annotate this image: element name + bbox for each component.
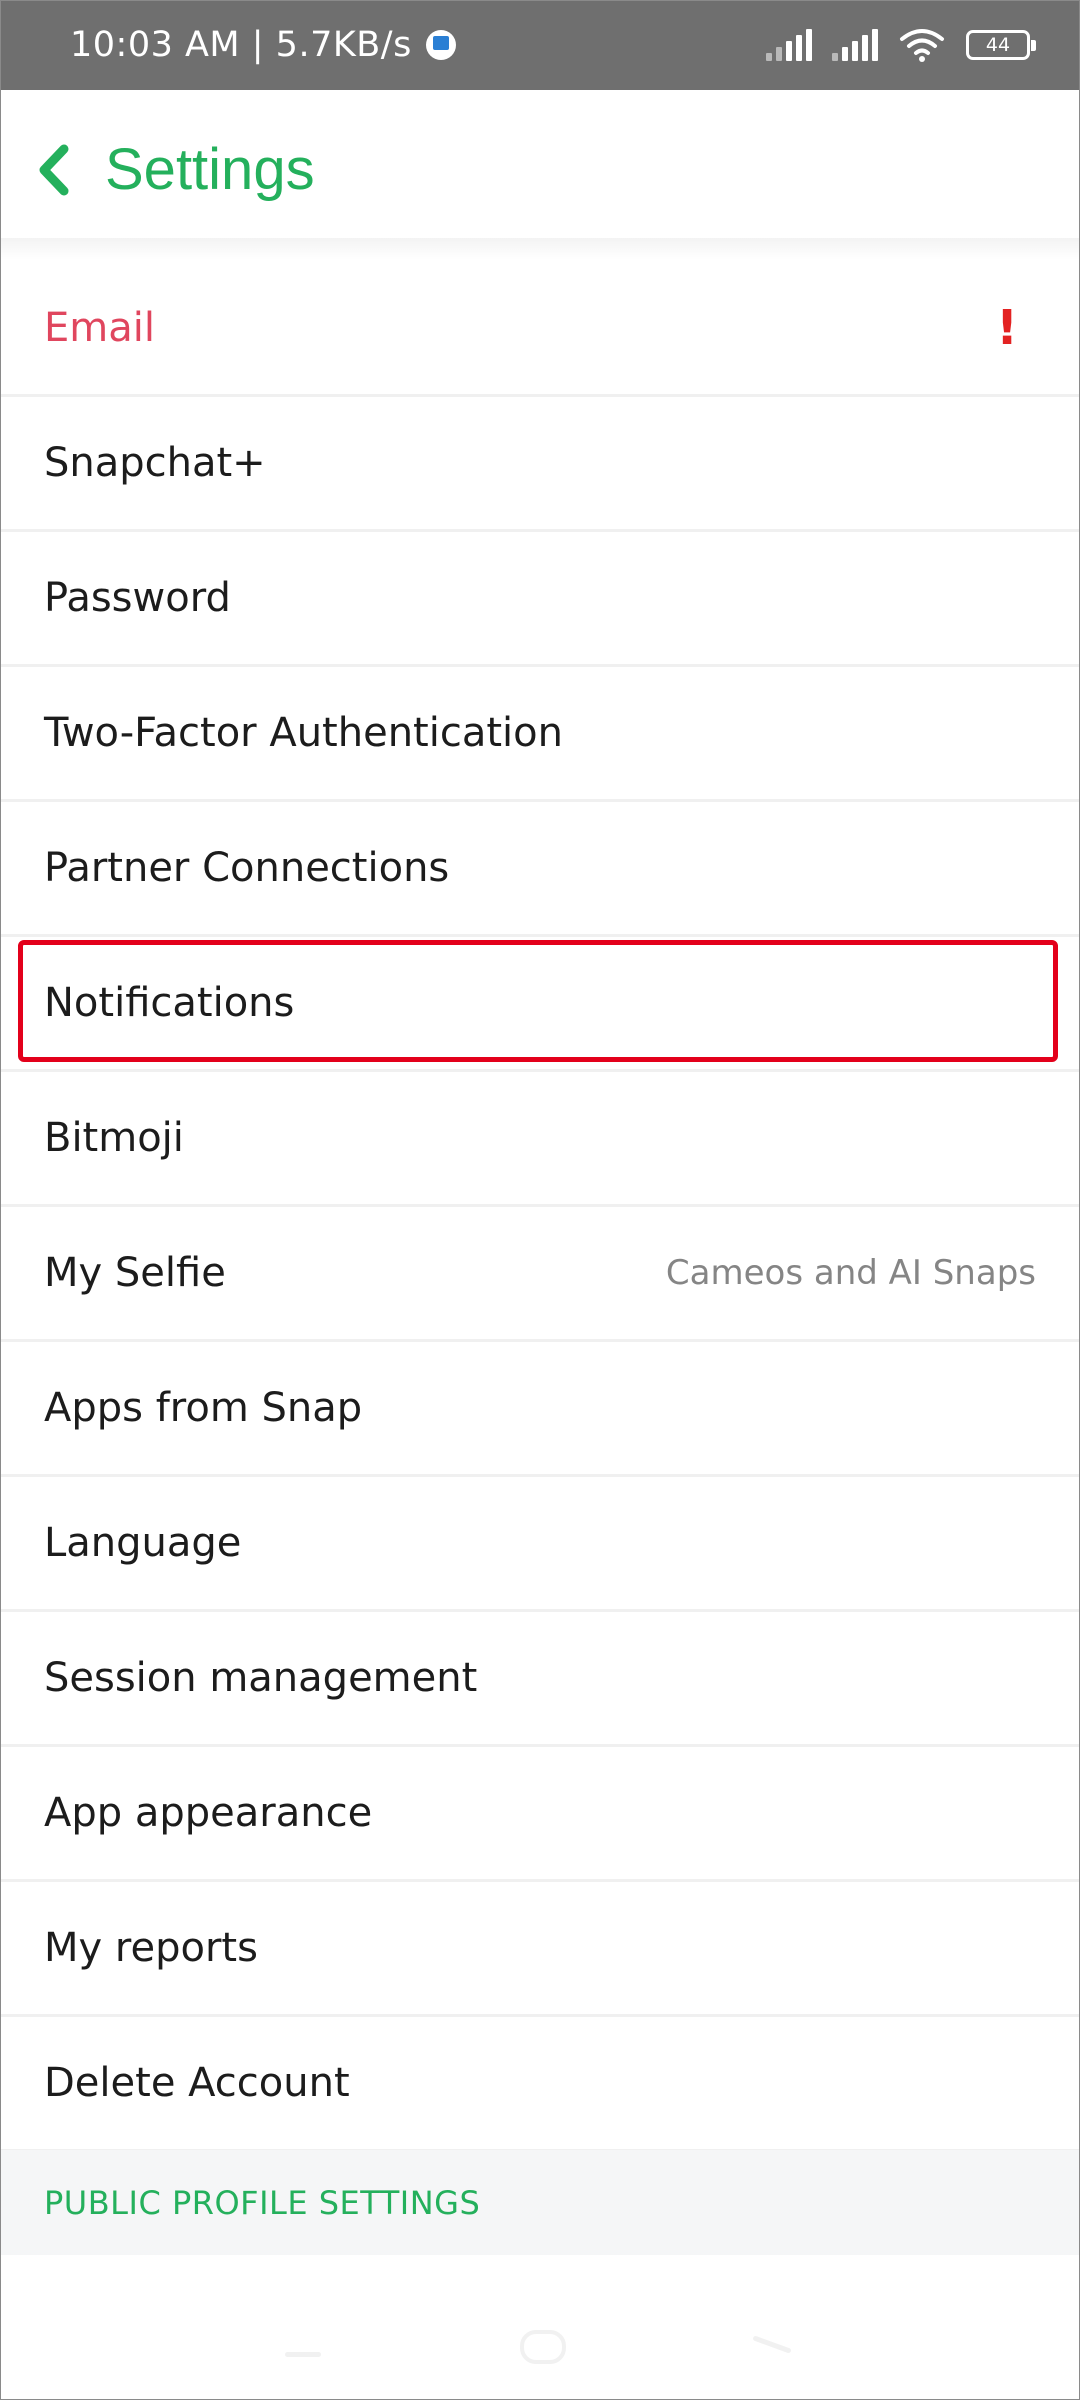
signal-icon bbox=[766, 29, 812, 61]
status-icons: 44 bbox=[766, 0, 1036, 90]
section-header-label: PUBLIC PROFILE SETTINGS bbox=[44, 2183, 481, 2222]
alert-icon: ! bbox=[996, 300, 1018, 356]
section-header-public-profile: PUBLIC PROFILE SETTINGS bbox=[0, 2150, 1080, 2255]
back-button[interactable] bbox=[28, 134, 78, 206]
settings-item-delete-account[interactable]: Delete Account bbox=[0, 2017, 1080, 2152]
header: Settings bbox=[0, 90, 1080, 250]
settings-item-label: Apps from Snap bbox=[44, 1385, 363, 1431]
settings-item-label: Delete Account bbox=[44, 2060, 350, 2106]
notification-app-icon bbox=[425, 30, 456, 60]
settings-item-label: My reports bbox=[44, 1925, 258, 1971]
settings-item-label: Bitmoji bbox=[44, 1115, 184, 1161]
status-bar: 10:03 AM | 5.7KB/s 44 bbox=[0, 0, 1080, 90]
settings-item-session-management[interactable]: Session management bbox=[0, 1612, 1080, 1747]
signal-icon bbox=[832, 29, 878, 61]
nav-hint-mark bbox=[520, 2330, 566, 2364]
settings-item-label: Partner Connections bbox=[44, 845, 450, 891]
settings-item-partner-connections[interactable]: Partner Connections bbox=[0, 802, 1080, 937]
settings-list: Email ! Snapchat+ Password Two-Factor Au… bbox=[0, 262, 1080, 2152]
settings-item-label: Notifications bbox=[44, 980, 295, 1026]
settings-item-password[interactable]: Password bbox=[0, 532, 1080, 667]
chevron-left-icon bbox=[39, 144, 69, 196]
settings-item-apps-from-snap[interactable]: Apps from Snap bbox=[0, 1342, 1080, 1477]
battery-level: 44 bbox=[985, 34, 1011, 56]
settings-item-language[interactable]: Language bbox=[0, 1477, 1080, 1612]
settings-item-label: My Selfie bbox=[44, 1250, 226, 1296]
nav-hint-mark bbox=[285, 2352, 321, 2357]
settings-item-snapchat-plus[interactable]: Snapchat+ bbox=[0, 397, 1080, 532]
settings-item-label: Two-Factor Authentication bbox=[44, 710, 563, 756]
settings-item-label: Language bbox=[44, 1520, 242, 1566]
status-time: 10:03 AM | 5.7KB/s bbox=[70, 0, 456, 90]
wifi-icon bbox=[900, 29, 944, 62]
settings-item-two-factor-authentication[interactable]: Two-Factor Authentication bbox=[0, 667, 1080, 802]
status-time-text: 10:03 AM | 5.7KB/s bbox=[70, 25, 412, 65]
settings-item-label: Password bbox=[44, 575, 231, 621]
settings-item-email[interactable]: Email ! bbox=[0, 262, 1080, 397]
settings-item-my-selfie[interactable]: My Selfie Cameos and AI Snaps bbox=[0, 1207, 1080, 1342]
settings-item-my-reports[interactable]: My reports bbox=[0, 1882, 1080, 2017]
settings-item-bitmoji[interactable]: Bitmoji bbox=[0, 1072, 1080, 1207]
settings-item-label: Email bbox=[44, 305, 155, 351]
settings-item-label: App appearance bbox=[44, 1790, 373, 1836]
settings-item-detail: Cameos and AI Snaps bbox=[665, 1253, 1036, 1293]
settings-item-notifications[interactable]: Notifications bbox=[0, 937, 1080, 1072]
settings-item-label: Snapchat+ bbox=[44, 440, 266, 486]
settings-item-label: Session management bbox=[44, 1655, 478, 1701]
header-divider bbox=[0, 238, 1080, 260]
bottom-nav-hint bbox=[0, 2300, 1080, 2400]
battery-icon: 44 bbox=[966, 30, 1036, 60]
page-title: Settings bbox=[105, 137, 315, 202]
nav-hint-mark bbox=[752, 2335, 792, 2354]
settings-item-app-appearance[interactable]: App appearance bbox=[0, 1747, 1080, 1882]
